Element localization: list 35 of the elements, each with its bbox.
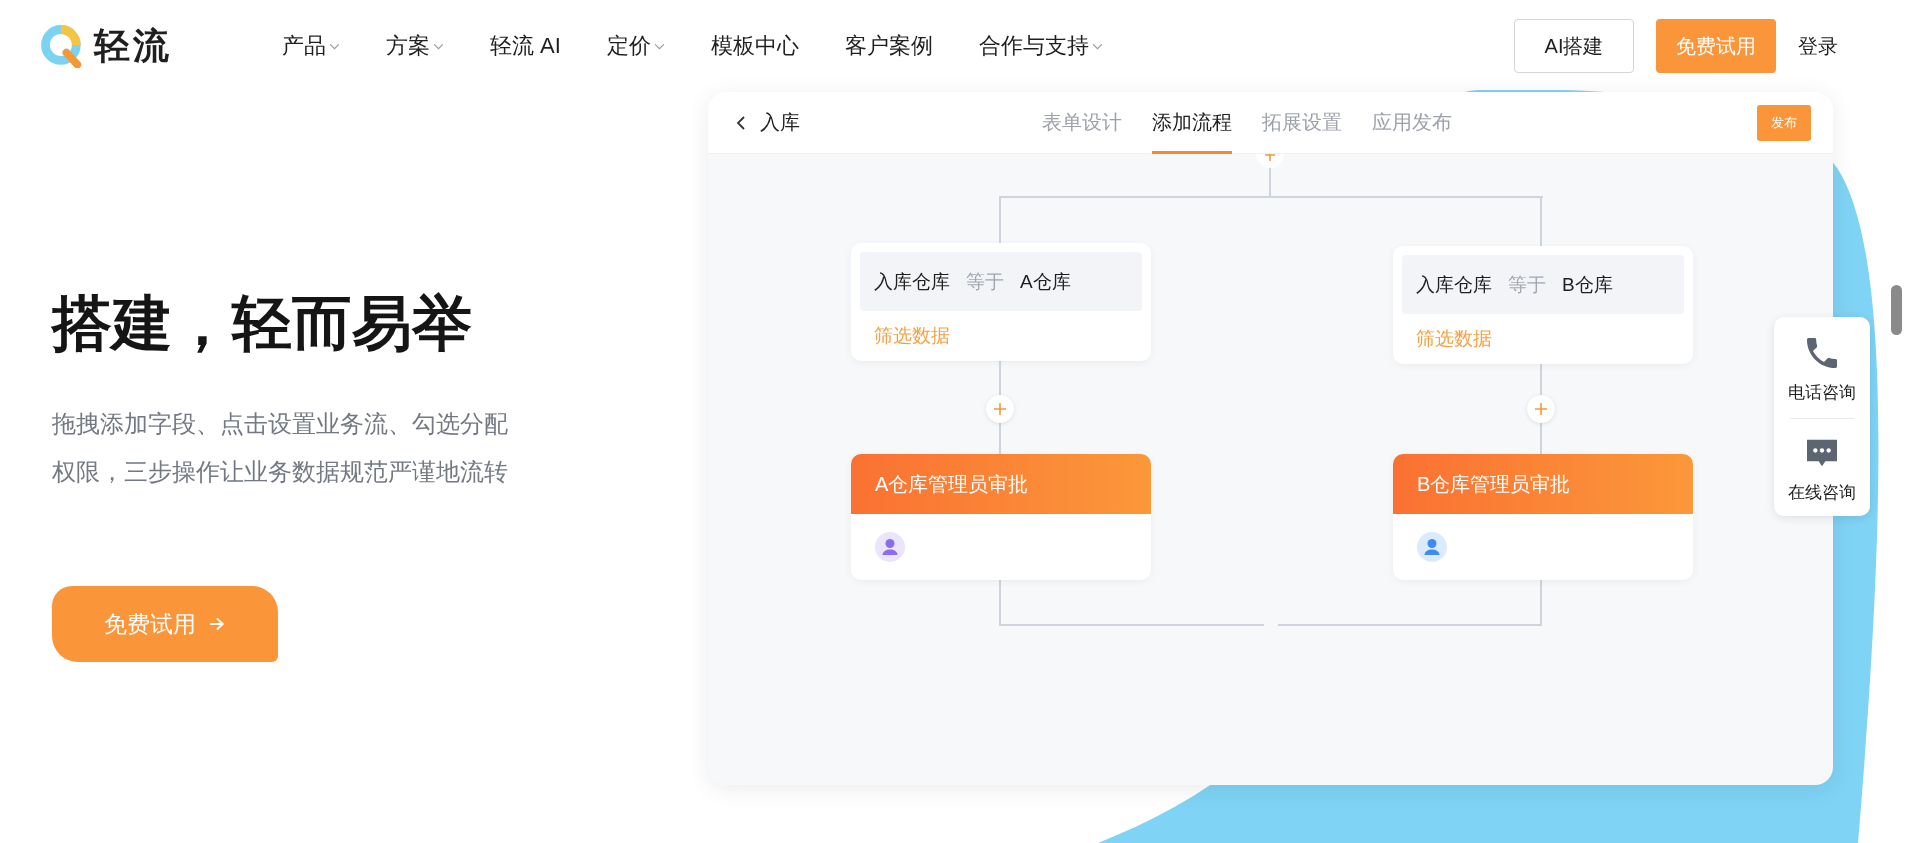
nav-link[interactable]: 产品 (282, 31, 340, 61)
nav-link[interactable]: 轻流 AI (490, 31, 561, 61)
nav-link[interactable]: 方案 (386, 31, 444, 61)
contact-item[interactable]: 在线咨询 (1788, 433, 1856, 504)
condition-value: A仓库 (1020, 269, 1071, 294)
ai-build-button[interactable]: AI搭建 (1514, 19, 1634, 73)
user-avatar-icon (875, 532, 905, 562)
condition-operator: 等于 (966, 269, 1004, 294)
add-node-button[interactable] (1527, 395, 1555, 423)
approval-header: A仓库管理员审批 (851, 454, 1151, 514)
hero-description: 拖拽添加字段、点击设置业务流、勾选分配权限，三步操作让业务数据规范严谨地流转 (52, 410, 509, 487)
add-node-button[interactable] (1256, 154, 1284, 168)
condition-field: 入库仓库 (1416, 271, 1492, 298)
logo-icon (40, 24, 84, 68)
nav-link[interactable]: 客户案例 (844, 31, 933, 61)
login-link[interactable]: 登录 (1798, 32, 1838, 60)
nav-link[interactable]: 合作与支持 (978, 31, 1103, 61)
scrollbar-thumb[interactable] (1891, 285, 1902, 335)
nav-link[interactable]: 模板中心 (710, 31, 799, 61)
back-link[interactable]: 入库 (736, 109, 800, 136)
nav-link[interactable]: 定价 (606, 31, 665, 61)
add-node-button[interactable] (986, 395, 1014, 423)
approval-header: B仓库管理员审批 (1393, 454, 1693, 514)
arrow-right-icon (208, 615, 226, 633)
user-avatar-icon (1417, 532, 1447, 562)
tab[interactable]: 添加流程 (1152, 92, 1232, 154)
condition-field: 入库仓库 (874, 268, 950, 295)
contact-label: 在线咨询 (1788, 482, 1856, 504)
contact-label: 电话咨询 (1788, 382, 1856, 404)
back-icon (736, 114, 746, 131)
condition-value: B仓库 (1562, 272, 1613, 297)
logo-text[interactable]: 轻流 (94, 21, 172, 71)
hero-title: 搭建，轻而易举 (52, 289, 473, 359)
contact-item[interactable]: 电话咨询 (1788, 333, 1856, 404)
condition-operator: 等于 (1508, 272, 1546, 297)
